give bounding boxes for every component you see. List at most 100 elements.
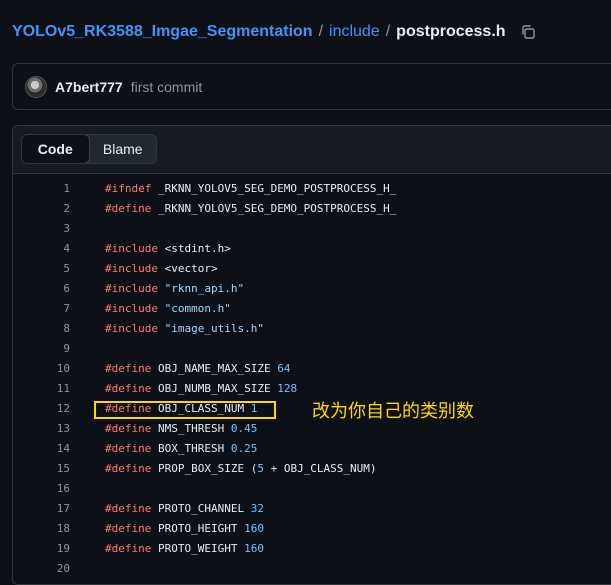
file-header: Code Blame <box>13 126 611 174</box>
code-token: 0.25 <box>230 441 258 455</box>
code-token: #define <box>105 361 152 375</box>
line-code: #include <vector> <box>105 262 218 275</box>
code-line: 7 #include "common.h" <box>13 298 611 318</box>
code-token: + OBJ_CLASS_NUM) <box>263 461 377 475</box>
code-token: #define <box>105 541 152 555</box>
code-token: 160 <box>244 541 264 555</box>
code-line: 6 #include "rknn_api.h" <box>13 278 611 298</box>
code-line: 19 #define PROTO_WEIGHT 160 <box>13 538 611 558</box>
line-code: #ifndef _RKNN_YOLOV5_SEG_DEMO_POSTPROCES… <box>105 182 396 195</box>
copy-path-button[interactable] <box>520 24 536 40</box>
code-line: 8 #include "image_utils.h" <box>13 318 611 338</box>
line-number[interactable]: 19 <box>13 542 70 555</box>
line-number[interactable]: 6 <box>13 282 70 295</box>
code-token: #define <box>105 461 152 475</box>
line-code: #define OBJ_NUMB_MAX_SIZE 128 <box>105 382 297 395</box>
commit-message[interactable]: first commit <box>131 79 203 95</box>
line-number[interactable]: 11 <box>13 382 70 395</box>
code-line: 16 <box>13 478 611 498</box>
line-code: #define PROTO_WEIGHT 160 <box>105 542 264 555</box>
code-token: <vector> <box>157 261 218 275</box>
code-token: OBJ_NAME_MAX_SIZE <box>151 361 278 375</box>
breadcrumb-repo-link[interactable]: YOLOv5_RK3588_Imgae_Segmentation <box>12 23 313 41</box>
code-token: #include <box>105 281 158 295</box>
code-line: 11 #define OBJ_NUMB_MAX_SIZE 128 <box>13 378 611 398</box>
code-token: #include <box>105 321 158 335</box>
line-code: #define NMS_THRESH 0.45 <box>105 422 257 435</box>
code-line: 4 #include <stdint.h> <box>13 238 611 258</box>
code-line: 17 #define PROTO_CHANNEL 32 <box>13 498 611 518</box>
line-number[interactable]: 9 <box>13 342 70 355</box>
code-line: 10 #define OBJ_NAME_MAX_SIZE 64 <box>13 358 611 378</box>
code-token: #define <box>105 521 152 535</box>
line-number[interactable]: 2 <box>13 202 70 215</box>
line-number[interactable]: 4 <box>13 242 70 255</box>
code-token: 0.45 <box>230 421 258 435</box>
code-line: 20 <box>13 558 611 578</box>
highlight-annotation-box <box>94 401 276 419</box>
line-number[interactable]: 1 <box>13 182 70 195</box>
line-number[interactable]: 14 <box>13 442 70 455</box>
code-token: "common.h" <box>164 301 231 315</box>
line-number[interactable]: 20 <box>13 562 70 575</box>
code-token: <stdint.h> <box>157 241 231 255</box>
code-line: 3 <box>13 218 611 238</box>
code-listing[interactable]: 1 #ifndef _RKNN_YOLOV5_SEG_DEMO_POSTPROCE… <box>13 178 611 578</box>
line-number[interactable]: 15 <box>13 462 70 475</box>
line-code: #define OBJ_NAME_MAX_SIZE 64 <box>105 362 290 375</box>
line-number[interactable]: 18 <box>13 522 70 535</box>
code-token: #define <box>105 381 152 395</box>
code-token: #ifndef <box>105 181 152 195</box>
code-token: #define <box>105 201 152 215</box>
code-token: "rknn_api.h" <box>164 281 245 295</box>
line-number[interactable]: 3 <box>13 222 70 235</box>
line-number[interactable]: 16 <box>13 482 70 495</box>
code-token: 32 <box>250 501 264 515</box>
latest-commit-bar: A7bert777 first commit <box>12 63 611 110</box>
code-line: 15 #define PROP_BOX_SIZE (5 + OBJ_CLASS_N… <box>13 458 611 478</box>
line-number[interactable]: 10 <box>13 362 70 375</box>
code-line: 5 #include <vector> <box>13 258 611 278</box>
line-number[interactable]: 8 <box>13 322 70 335</box>
line-code: #include "common.h" <box>105 302 231 315</box>
line-number[interactable]: 12 <box>13 402 70 415</box>
breadcrumb-separator: / <box>385 23 391 40</box>
code-token: 64 <box>277 361 291 375</box>
blame-tab[interactable]: Blame <box>90 135 157 163</box>
line-number[interactable]: 17 <box>13 502 70 515</box>
line-code: #include "rknn_api.h" <box>105 282 244 295</box>
line-number[interactable]: 7 <box>13 302 70 315</box>
breadcrumb-separator: / <box>318 23 324 40</box>
code-token: PROP_BOX_SIZE ( <box>151 461 258 475</box>
line-number[interactable]: 5 <box>13 262 70 275</box>
avatar[interactable] <box>25 75 47 98</box>
breadcrumb-folder-link[interactable]: include <box>329 23 380 41</box>
code-token: OBJ_NUMB_MAX_SIZE <box>151 381 278 395</box>
view-toggle: Code Blame <box>21 134 157 164</box>
line-code: #include <stdint.h> <box>105 242 231 255</box>
code-token: _RKNN_YOLOV5_SEG_DEMO_POSTPROCESS_H_ <box>151 201 397 215</box>
code-token: PROTO_CHANNEL <box>151 501 251 515</box>
copy-icon <box>521 25 535 39</box>
code-token: BOX_THRESH <box>151 441 231 455</box>
code-line: 2 #define _RKNN_YOLOV5_SEG_DEMO_POSTPROCE… <box>13 198 611 218</box>
annotation-note: 改为你自己的类别数 <box>312 401 474 422</box>
line-code: #define PROP_BOX_SIZE (5 + OBJ_CLASS_NUM… <box>105 462 377 475</box>
code-token: 5 <box>257 461 264 475</box>
line-number[interactable]: 13 <box>13 422 70 435</box>
line-code: #define PROTO_HEIGHT 160 <box>105 522 264 535</box>
code-line: 1 #ifndef _RKNN_YOLOV5_SEG_DEMO_POSTPROCE… <box>13 178 611 198</box>
code-token: #include <box>105 241 158 255</box>
code-line: 9 <box>13 338 611 358</box>
code-token: PROTO_HEIGHT <box>151 521 245 535</box>
code-token: 128 <box>277 381 298 395</box>
line-code: #include "image_utils.h" <box>105 322 264 335</box>
code-tab[interactable]: Code <box>22 135 90 163</box>
code-token: #define <box>105 421 152 435</box>
breadcrumb-file-name: postprocess.h <box>396 23 506 40</box>
code-token: #include <box>105 301 158 315</box>
line-code: #define _RKNN_YOLOV5_SEG_DEMO_POSTPROCES… <box>105 202 396 215</box>
commit-author[interactable]: A7bert777 <box>55 79 123 95</box>
